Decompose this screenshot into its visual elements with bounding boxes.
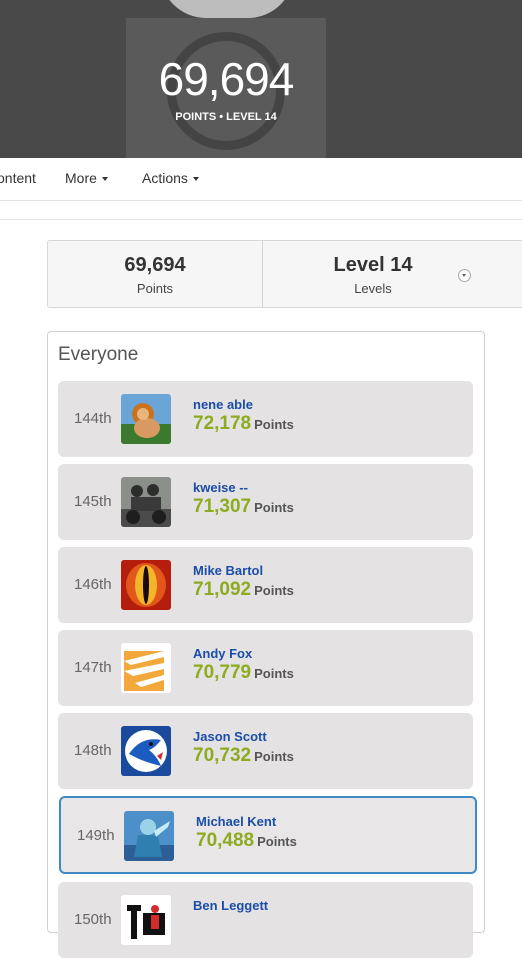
- leaderboard-row[interactable]: 146th Mike Bartol 71,092 Points: [58, 547, 473, 623]
- stat-level-value: Level 14: [333, 254, 413, 276]
- avatar: [121, 895, 171, 945]
- stat-points: 69,694 Points: [48, 241, 262, 307]
- header-points-subtitle: POINTS • LEVEL 14: [175, 111, 277, 123]
- user-name-link[interactable]: Andy Fox: [193, 646, 252, 661]
- user-points: 72,178 Points: [193, 413, 294, 434]
- avatar: [121, 726, 171, 776]
- avatar: [121, 477, 171, 527]
- user-name-link[interactable]: Ben Leggett: [193, 898, 268, 913]
- profile-photo-edge: [160, 0, 294, 18]
- user-name-link[interactable]: nene able: [193, 397, 253, 412]
- leaderboard-panel: Everyone 144th nene able 72,178 Points 14…: [47, 331, 485, 958]
- user-points: 70,488 Points: [196, 830, 297, 851]
- leaderboard-row[interactable]: 150th Ben Leggett: [58, 882, 473, 958]
- stat-level[interactable]: Level 14 Levels: [263, 241, 483, 307]
- chevron-down-icon: [192, 177, 199, 182]
- chevron-down-icon: [101, 177, 108, 182]
- user-points: 71,307 Points: [193, 496, 294, 517]
- rank-label: 145th: [74, 493, 112, 510]
- profile-header: 69,694 POINTS • LEVEL 14: [0, 0, 522, 158]
- leaderboard-row-current-user[interactable]: 149th Michael Kent 70,488 Points: [59, 796, 477, 874]
- nav-content[interactable]: ontent: [0, 170, 36, 186]
- rank-label: 150th: [74, 911, 112, 928]
- avatar: [121, 394, 171, 444]
- stat-points-label: Points: [136, 281, 174, 296]
- divider: [0, 219, 522, 220]
- leaderboard-row[interactable]: 147th Andy Fox 70,779 Points: [58, 630, 473, 706]
- user-points: 71,092 Points: [193, 579, 294, 600]
- leaderboard-title: Everyone: [58, 344, 139, 365]
- nav-actions-dropdown[interactable]: Actions: [142, 170, 199, 186]
- levels-dropdown-toggle[interactable]: [458, 269, 471, 282]
- rank-label: 144th: [74, 410, 112, 427]
- rank-label: 146th: [74, 576, 112, 593]
- user-name-link[interactable]: Jason Scott: [193, 729, 267, 744]
- rank-label: 148th: [74, 742, 112, 759]
- user-points: 70,779 Points: [193, 662, 294, 683]
- avatar: [121, 560, 171, 610]
- user-points: 70,732 Points: [193, 745, 294, 766]
- nav-more-dropdown[interactable]: More: [65, 170, 108, 186]
- header-points-value: 69,694: [158, 53, 295, 105]
- leaderboard-row[interactable]: 148th Jason Scott 70,732 Points: [58, 713, 473, 789]
- user-name-link[interactable]: kweise --: [193, 480, 248, 495]
- leaderboard-row[interactable]: 144th nene able 72,178 Points: [58, 381, 473, 457]
- leaderboard-row[interactable]: 145th kweise -- 71,307 Points: [58, 464, 473, 540]
- stats-panel: 69,694 Points Level 14 Levels: [47, 240, 522, 308]
- avatar: [121, 643, 171, 693]
- user-name-link[interactable]: Mike Bartol: [193, 563, 263, 578]
- chevron-down-icon: [462, 274, 466, 277]
- stat-level-label: Levels: [354, 281, 392, 296]
- profile-nav: ontent More Actions: [0, 158, 522, 201]
- user-name-link[interactable]: Michael Kent: [196, 814, 276, 829]
- rank-label: 149th: [77, 827, 115, 844]
- rank-label: 147th: [74, 659, 112, 676]
- stat-points-value: 69,694: [124, 254, 186, 276]
- avatar: [124, 811, 174, 861]
